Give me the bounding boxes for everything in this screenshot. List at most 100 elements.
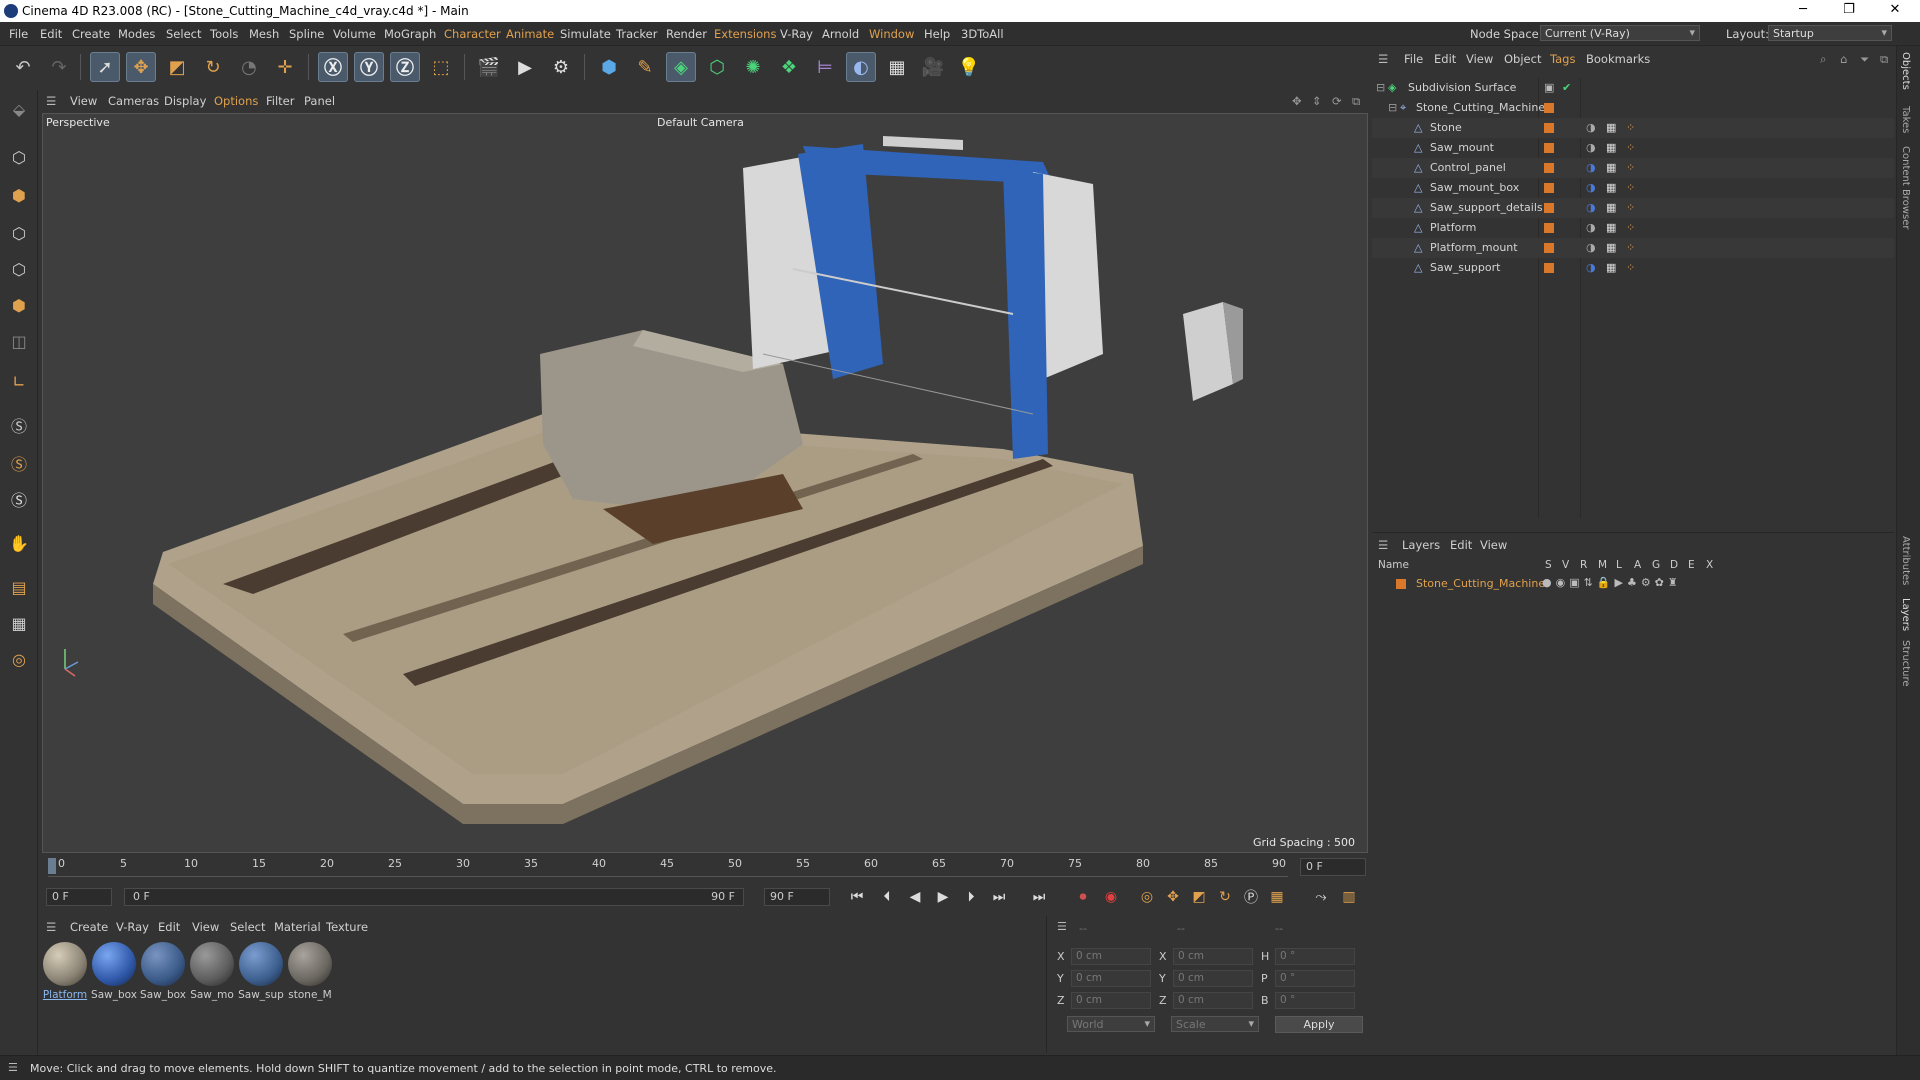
rotation-p-field[interactable]: 0 °: [1275, 970, 1355, 987]
render-settings-icon[interactable]: ⚙: [546, 52, 576, 82]
object-row-control-panel[interactable]: △ Control_panel ◑ ▦ ⁘: [1372, 158, 1894, 178]
texture-mode-icon[interactable]: ⬢: [4, 180, 34, 210]
key-scale-icon[interactable]: ◩: [1188, 887, 1210, 907]
object-row-saw-support-details[interactable]: △ Saw_support_details ◑ ▦ ⁘: [1372, 198, 1894, 218]
status-hamburger-icon[interactable]: ☰: [8, 1061, 18, 1074]
viewport-menu-cameras[interactable]: Cameras: [108, 94, 159, 108]
quantize-icon[interactable]: Ⓢ: [4, 484, 34, 514]
rotation-h-field[interactable]: 0 °: [1275, 948, 1355, 965]
viewport-menu-panel[interactable]: Panel: [304, 94, 335, 108]
coords-hamburger-icon[interactable]: ☰: [1057, 920, 1067, 933]
menu-spline[interactable]: Spline: [289, 27, 324, 41]
object-search-icon[interactable]: ⌕: [1820, 52, 1826, 67]
object-menu-tags[interactable]: Tags: [1550, 52, 1575, 66]
menu-file[interactable]: File: [9, 27, 28, 41]
key-param-icon[interactable]: Ⓟ: [1240, 887, 1262, 907]
x-axis-lock-icon[interactable]: Ⓧ: [318, 52, 348, 82]
size-y-field[interactable]: 0 cm: [1173, 970, 1253, 987]
restore-button[interactable]: ❐: [1826, 2, 1872, 20]
polygons-mode-icon[interactable]: ⬢: [4, 290, 34, 320]
object-menu-view[interactable]: View: [1466, 52, 1493, 66]
world-axis-icon[interactable]: ✛: [270, 52, 300, 82]
uvw-tag-icon[interactable]: ▦: [1606, 241, 1616, 254]
material-menu-material[interactable]: Material: [274, 920, 321, 934]
object-filter-icon[interactable]: ⏷: [1860, 52, 1869, 67]
object-row-subdivision-surface[interactable]: ⊟ ◈ Subdivision Surface ▣ ✔: [1372, 78, 1894, 98]
material-item[interactable]: Saw_box: [140, 942, 186, 1001]
menu-animate[interactable]: Animate: [506, 27, 554, 41]
redo-icon[interactable]: ↷: [44, 52, 74, 82]
material-menu-select[interactable]: Select: [230, 920, 265, 934]
play-icon[interactable]: ▶: [932, 887, 954, 907]
viewport-menu-options[interactable]: Options: [214, 94, 258, 108]
close-button[interactable]: ✕: [1872, 2, 1918, 20]
floor-icon[interactable]: ▦: [882, 52, 912, 82]
tweak-icon[interactable]: ✋: [4, 528, 34, 558]
object-home-icon[interactable]: ⌂: [1840, 52, 1847, 66]
material-menu-texture[interactable]: Texture: [326, 920, 368, 934]
layer-name[interactable]: Stone_Cutting_Machine: [1416, 577, 1545, 590]
menu-volume[interactable]: Volume: [333, 27, 376, 41]
axis-mode-icon[interactable]: ∟: [4, 366, 34, 396]
material-menu-view[interactable]: View: [192, 920, 219, 934]
record-icon[interactable]: ⏺: [1072, 887, 1094, 907]
viewport-move-icon[interactable]: ✥: [1292, 94, 1302, 108]
timeline-ruler[interactable]: 0 5 10 15 20 25 30 35 40 45 50 55 60 65 …: [38, 855, 1370, 879]
viewport-hamburger-icon[interactable]: ☰: [46, 94, 56, 108]
size-x-field[interactable]: 0 cm: [1173, 948, 1253, 965]
extrude-icon[interactable]: ⬡: [702, 52, 732, 82]
phong-tag-icon[interactable]: ◑: [1586, 201, 1596, 214]
move-tool-icon[interactable]: ✥: [126, 52, 156, 82]
layer-color-swatch[interactable]: [1544, 123, 1554, 133]
keyframe-selection-icon[interactable]: ◎: [1136, 887, 1158, 907]
viewport-zoom-icon[interactable]: ⇕: [1312, 94, 1322, 108]
material-tag-icon[interactable]: ⁘: [1626, 241, 1635, 254]
menu-modes[interactable]: Modes: [118, 27, 155, 41]
layer-color-swatch[interactable]: [1544, 183, 1554, 193]
menu-window[interactable]: Window: [869, 27, 914, 41]
uvw-tag-icon[interactable]: ▦: [1606, 221, 1616, 234]
object-menu-edit[interactable]: Edit: [1434, 52, 1456, 66]
object-menu-object[interactable]: Object: [1504, 52, 1541, 66]
tab-layers[interactable]: Layers: [1900, 598, 1911, 631]
menu-mograph[interactable]: MoGraph: [384, 27, 436, 41]
edit-check-icon[interactable]: ▣: [1544, 81, 1554, 94]
phong-tag-icon[interactable]: ◑: [1586, 181, 1596, 194]
tab-takes[interactable]: Takes: [1900, 106, 1911, 133]
timeline-window-icon[interactable]: ▥: [1338, 887, 1360, 907]
uvw-tag-icon[interactable]: ▦: [1606, 141, 1616, 154]
rotate-tool-icon[interactable]: ↻: [198, 52, 228, 82]
subdivision-surface-icon[interactable]: ◈: [666, 52, 696, 82]
object-row-saw-support[interactable]: △ Saw_support ◑ ▦ ⁘: [1372, 258, 1894, 278]
object-row-stone-cutting-machine[interactable]: ⊟ ⌖ Stone_Cutting_Machine: [1372, 98, 1894, 118]
layer-row[interactable]: Stone_Cutting_Machine ●◉▣⇅🔒▶♣⚙✿♜: [1372, 575, 1894, 593]
render-view-icon[interactable]: 🎬: [474, 52, 504, 82]
menu-tools[interactable]: Tools: [210, 27, 238, 41]
size-z-field[interactable]: 0 cm: [1173, 992, 1253, 1009]
cube-object-icon[interactable]: ⬢: [594, 52, 624, 82]
phong-tag-icon[interactable]: ◑: [1586, 121, 1596, 134]
camera-icon[interactable]: 🎥: [918, 52, 948, 82]
tab-objects[interactable]: Objects: [1900, 52, 1911, 90]
snap-icon[interactable]: Ⓢ: [4, 410, 34, 440]
deformer-icon[interactable]: ⊨: [810, 52, 840, 82]
material-item[interactable]: Saw_sup: [238, 942, 284, 1001]
recent-tool-icon[interactable]: ◔: [234, 52, 264, 82]
position-x-field[interactable]: 0 cm: [1071, 948, 1151, 965]
field-icon[interactable]: ◐: [846, 52, 876, 82]
layer-color-swatch[interactable]: [1544, 163, 1554, 173]
uvw-tag-icon[interactable]: ▦: [1606, 161, 1616, 174]
next-key-icon[interactable]: ⏭: [988, 887, 1010, 907]
material-menu-edit[interactable]: Edit: [158, 920, 180, 934]
minimize-button[interactable]: ─: [1780, 2, 1826, 20]
material-tag-icon[interactable]: ⁘: [1626, 201, 1635, 214]
menu-vray[interactable]: V-Ray: [780, 27, 813, 41]
frame-range-slider[interactable]: 0 F 90 F: [124, 888, 744, 906]
uvw-tag-icon[interactable]: ▦: [1606, 181, 1616, 194]
menu-character[interactable]: Character: [444, 27, 501, 41]
edges-mode-icon[interactable]: ⬡: [4, 254, 34, 284]
mograph-icon[interactable]: ❖: [774, 52, 804, 82]
y-axis-lock-icon[interactable]: Ⓨ: [354, 52, 384, 82]
menu-mesh[interactable]: Mesh: [249, 27, 279, 41]
uv-mode-icon[interactable]: ◫: [4, 326, 34, 356]
